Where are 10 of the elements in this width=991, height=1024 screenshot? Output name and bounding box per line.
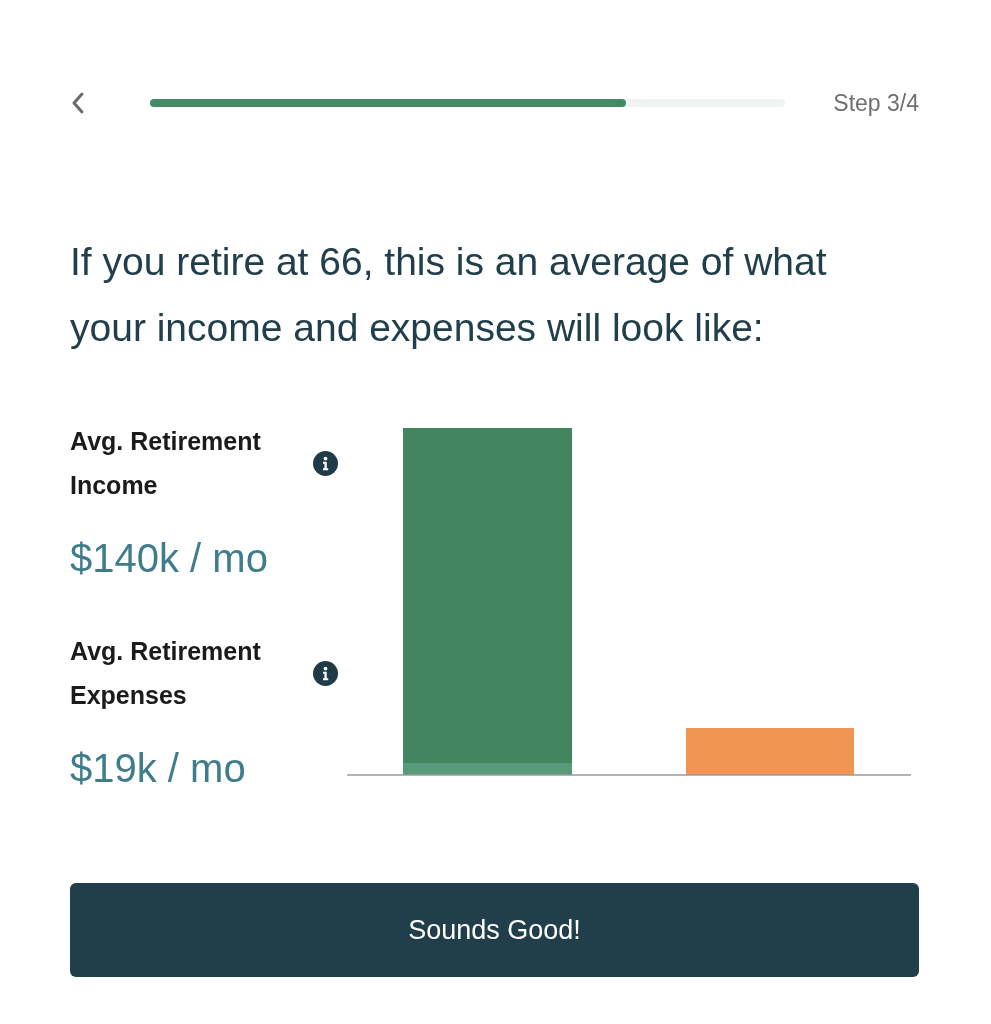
metric-label: Avg. Retirement Income	[70, 426, 262, 501]
metric-value: $140k / mo	[70, 535, 269, 582]
heading: If you retire at 66, this is an average of what your income and expenses will look like:	[70, 239, 828, 351]
info-icon[interactable]	[313, 450, 338, 476]
info-icon[interactable]	[313, 660, 338, 686]
step-indicator: Step 3/4	[833, 89, 919, 117]
sounds-good-button[interactable]: Sounds Good!	[70, 883, 919, 977]
metric-label: Avg. Retirement Expenses	[70, 636, 262, 711]
metric-value: $19k / mo	[70, 745, 247, 792]
chevron-left-icon	[70, 91, 86, 115]
